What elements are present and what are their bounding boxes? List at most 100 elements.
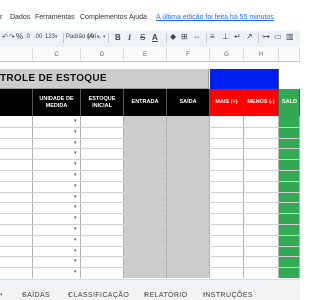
dropdown-arrow-icon[interactable]: ▾ (74, 183, 77, 189)
dropdown-arrow-icon[interactable]: ▾ (74, 204, 77, 210)
last-edit-link[interactable]: A última edição foi feita há 55 minutos (156, 14, 274, 21)
font-size-value[interactable]: 10 (87, 34, 94, 40)
dropdown-arrow-icon[interactable]: ▾ (74, 150, 77, 156)
header-balance[interactable]: SALD (279, 89, 300, 116)
column-balance-cells[interactable] (279, 116, 300, 278)
column-plus-cells[interactable] (210, 116, 244, 278)
sheet-title: TROLE DE ESTOQUE (0, 73, 107, 84)
menu-item-addons[interactable]: Complementos (80, 14, 127, 21)
row-divider (0, 234, 300, 236)
dropdown-arrow-icon[interactable]: ▾ (74, 140, 77, 146)
text-color-button[interactable]: A (152, 33, 158, 43)
menu-bar: r Dados Ferramentas Complementos Ajuda A… (0, 14, 300, 26)
header-entry[interactable]: ENTRADA (124, 89, 167, 116)
chevron-down-icon: ▾ (203, 292, 206, 298)
row-divider (0, 213, 300, 215)
row-divider (0, 224, 300, 225)
dropdown-arrow-icon[interactable]: ▾ (74, 215, 77, 221)
column-header-h[interactable]: H (244, 48, 279, 62)
chevron-down-icon: ▾ (55, 34, 58, 40)
toolbar-divider (206, 33, 207, 43)
chevron-down-icon: ▾ (103, 34, 106, 40)
merge-cells-icon[interactable]: ⇔ (193, 32, 201, 41)
italic-button[interactable]: I (128, 33, 131, 43)
dropdown-arrow-icon[interactable]: ▾ (74, 258, 77, 264)
dropdown-arrow-icon[interactable]: ▾ (74, 237, 77, 243)
dropdown-arrow-icon[interactable]: ▾ (74, 226, 77, 232)
row-divider (0, 256, 300, 258)
column-exit-cells[interactable] (167, 116, 210, 278)
column-header-e[interactable]: E (124, 48, 167, 62)
tab-label: CLASSIFICAÇÃO (68, 292, 130, 299)
row-divider (0, 170, 300, 171)
borders-icon[interactable]: ⊞ (181, 32, 188, 41)
percent-icon[interactable]: % (16, 32, 23, 41)
toolbar-divider (108, 33, 109, 43)
number-format-label: 123 (45, 34, 56, 40)
decimal-icon[interactable]: .0 (25, 34, 30, 40)
column-header-c[interactable]: C (33, 48, 81, 62)
tab-label: RELATÓRIO (144, 292, 188, 299)
menu-item-data[interactable]: Dados (10, 14, 30, 21)
dropdown-arrow-icon[interactable]: ▾ (74, 129, 77, 135)
dropdown-arrow-icon[interactable]: ▾ (74, 118, 77, 124)
column-initial-stock-cells[interactable] (81, 116, 124, 278)
row-divider (0, 202, 300, 204)
strikethrough-button[interactable]: S (140, 33, 145, 43)
redo-icon[interactable]: ↷ (9, 33, 15, 41)
chevron-down-icon: ▾ (97, 34, 100, 40)
header-plus[interactable]: MAIS (+) (210, 89, 244, 116)
column-header[interactable] (0, 48, 33, 62)
toolbar-divider (63, 33, 64, 43)
chart-icon[interactable]: ▥ (286, 32, 294, 41)
spreadsheet-grid[interactable]: C D E F G H TROLE DE ESTOQUE UNIDADE DE … (0, 48, 300, 278)
column-header-g[interactable]: G (210, 48, 244, 62)
header-unit[interactable]: UNIDADE DE MEDIDA (33, 89, 81, 116)
header-exit[interactable]: SAÍDA (167, 89, 210, 116)
dropdown-arrow-icon[interactable]: ▾ (74, 269, 77, 275)
comment-icon[interactable]: ▭ (274, 32, 282, 41)
menu-item-tools[interactable]: Ferramentas (35, 14, 75, 21)
blue-header-cell[interactable] (210, 69, 279, 89)
menu-item-help[interactable]: Ajuda (129, 14, 147, 21)
chevron-down-icon: ▾ (144, 292, 147, 298)
align-vertical-icon[interactable]: ⊥ (222, 32, 229, 41)
row-divider (0, 180, 300, 182)
row-divider (0, 126, 300, 128)
text-rotation-icon[interactable]: ↗ (246, 32, 253, 41)
row-divider (0, 148, 300, 150)
title-cell[interactable]: TROLE DE ESTOQUE (0, 69, 209, 89)
toolbar-divider (166, 33, 167, 43)
column-b-cells[interactable] (0, 116, 33, 278)
text-wrap-icon[interactable]: ↵ (234, 32, 241, 41)
align-horizontal-icon[interactable]: ≡ (210, 32, 215, 41)
undo-icon[interactable]: ↶ (2, 33, 8, 41)
column-minus-cells[interactable] (244, 116, 279, 278)
fill-color-icon[interactable]: ◆ (170, 32, 176, 41)
row-divider (0, 267, 300, 269)
column-header-f[interactable]: F (167, 48, 210, 62)
row-divider (0, 191, 300, 193)
dropdown-arrow-icon[interactable]: ▾ (74, 248, 77, 254)
header-cell[interactable] (0, 89, 33, 116)
toolbar-divider (258, 33, 259, 43)
data-grid[interactable]: ▾ ▾ ▾ ▾ ▾ ▾ ▾ ▾ ▾ ▾ ▾ ▾ ▾ ▾ ▾ (0, 116, 300, 278)
chevron-down-icon: ▾ (68, 292, 71, 298)
column-header[interactable] (279, 48, 300, 62)
link-icon[interactable]: ⊶ (262, 32, 270, 41)
column-header-d[interactable]: D (81, 48, 124, 62)
menu-item-format[interactable]: r (0, 14, 2, 21)
header-initial-stock[interactable]: ESTOQUE INICIAL (81, 89, 124, 116)
dropdown-arrow-icon[interactable]: ▾ (74, 161, 77, 167)
header-minus[interactable]: MENOS (-) (244, 89, 279, 116)
row-divider (0, 159, 300, 161)
dropdown-arrow-icon[interactable]: ▾ (74, 172, 77, 178)
chevron-down-icon: ▾ (22, 292, 25, 298)
column-entry-cells[interactable] (124, 116, 167, 278)
chevron-down-icon: ▾ (0, 292, 3, 298)
dropdown-arrow-icon[interactable]: ▾ (74, 194, 77, 200)
bold-button[interactable]: B (115, 33, 121, 43)
decimal-more-icon[interactable]: .00 (34, 34, 42, 40)
empty-cell[interactable] (279, 69, 300, 89)
number-format-dropdown[interactable]: 123▾ (45, 34, 58, 40)
